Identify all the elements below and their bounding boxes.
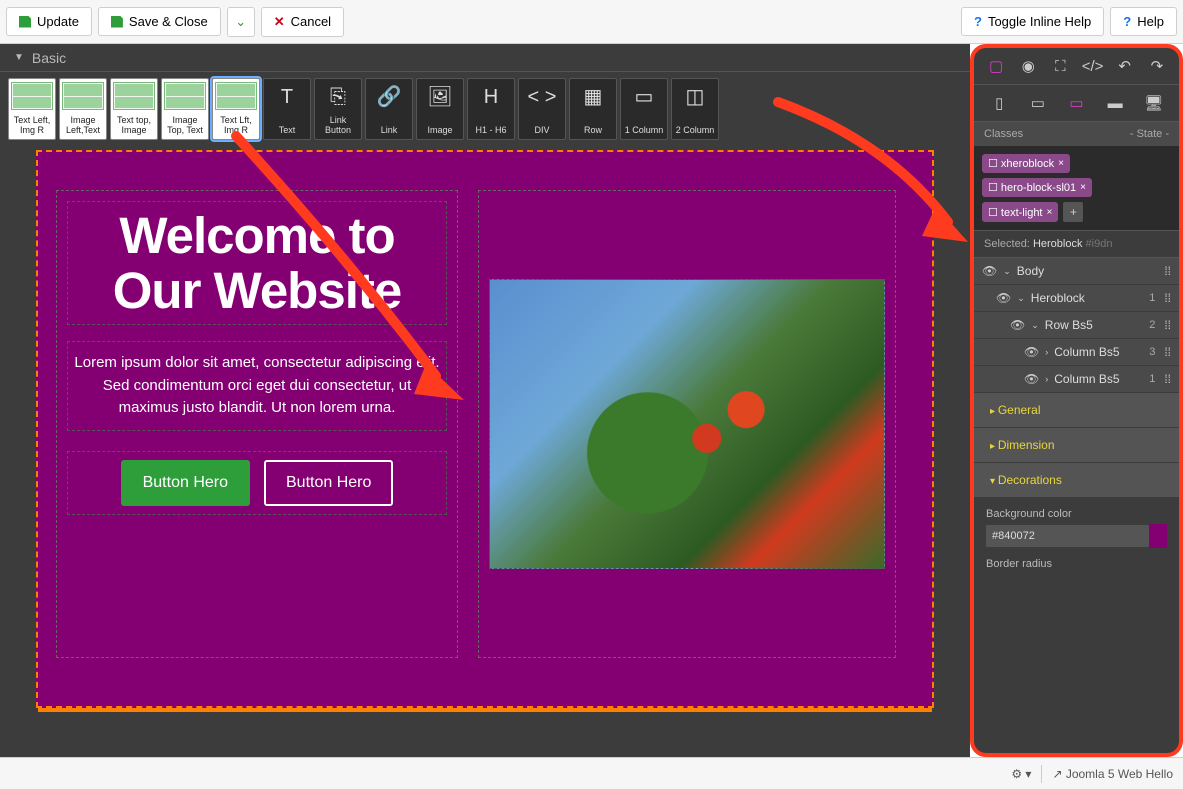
block-link-button[interactable]: ⎘Link Button — [314, 78, 362, 140]
hero-title[interactable]: Welcome to Our Website — [67, 201, 447, 325]
bgcolor-input[interactable] — [986, 525, 1149, 547]
code-icon[interactable]: </> — [1083, 56, 1103, 76]
tree-row-column-bs5[interactable]: 👁›Column Bs51⁞⁞ — [974, 366, 1179, 393]
save-dropdown-button[interactable]: ⌄ — [227, 7, 255, 37]
tree-row-column-bs5[interactable]: 👁›Column Bs53⁞⁞ — [974, 339, 1179, 366]
class-tag-xheroblock[interactable]: ☐ xheroblock × — [982, 154, 1070, 173]
visibility-icon[interactable]: 👁 — [1010, 318, 1025, 332]
selected-line: Selected: Heroblock #i9dn — [974, 230, 1179, 258]
tree-row-row-bs5[interactable]: 👁⌄Row Bs52⁞⁞ — [974, 312, 1179, 339]
toggle-inline-help-button[interactable]: ?Toggle Inline Help — [961, 7, 1104, 36]
class-tag-text-light[interactable]: ☐ text-light × — [982, 202, 1058, 222]
cancel-icon: ✕ — [274, 14, 285, 30]
visibility-icon[interactable]: 👁 — [1024, 345, 1039, 359]
tablet-portrait-icon[interactable]: ▭ — [1028, 93, 1048, 113]
move-icon[interactable]: ⁞⁞ — [1164, 345, 1171, 359]
redo-icon[interactable]: ↷ — [1147, 56, 1167, 76]
move-icon[interactable]: ⁞⁞ — [1164, 318, 1171, 332]
tree-row-body[interactable]: 👁⌄Body⁞⁞ — [974, 258, 1179, 285]
save-close-button[interactable]: Save & Close — [98, 7, 221, 36]
open-site-link[interactable]: ↗ Joomla 5 Web Hello — [1052, 767, 1173, 781]
hero-text[interactable]: Lorem ipsum dolor sit amet, consectetur … — [67, 341, 447, 431]
accordion-dimension[interactable]: Dimension — [974, 428, 1179, 463]
block-row[interactable]: ▦Row — [569, 78, 617, 140]
block-text-top-image[interactable]: Text top, Image — [110, 78, 158, 140]
laptop-icon[interactable]: ▬ — [1105, 93, 1125, 113]
bottom-bar: ⚙ ▾ ↗ Joomla 5 Web Hello — [0, 757, 1183, 789]
top-toolbar: Update Save & Close ⌄ ✕Cancel ?Toggle In… — [0, 0, 1183, 44]
blocks-panel-header[interactable]: Basic — [0, 44, 970, 72]
accordion-general[interactable]: General — [974, 393, 1179, 428]
help-icon: ? — [974, 14, 982, 29]
block-image-top-text[interactable]: Image Top, Text — [161, 78, 209, 140]
styles-tab-icon[interactable]: ▢ — [986, 56, 1006, 76]
update-button[interactable]: Update — [6, 7, 92, 36]
state-dropdown[interactable]: - State - — [1130, 128, 1169, 140]
block-text-left-img-r[interactable]: Text Left, Img R — [8, 78, 56, 140]
accordion-decorations[interactable]: Decorations — [974, 463, 1179, 498]
style-panel: ▢ ◉ ⛶ </> ↶ ↷ ▯ ▭ ▭ ▬ 🖥 Classes - State … — [970, 44, 1183, 757]
move-icon[interactable]: ⁞⁞ — [1164, 291, 1171, 305]
visibility-icon[interactable]: 👁 — [982, 264, 997, 278]
add-class-button[interactable]: + — [1063, 202, 1083, 222]
block-text[interactable]: TText — [263, 78, 311, 140]
blocks-row: Text Left, Img RImage Left,TextText top,… — [0, 72, 970, 146]
save-icon — [19, 16, 31, 28]
hero-buttons-row[interactable]: Button Hero Button Hero — [67, 451, 447, 515]
classes-header: Classes - State - — [974, 122, 1179, 146]
block-h1-h6[interactable]: HH1 - H6 — [467, 78, 515, 140]
bgcolor-swatch[interactable] — [1149, 524, 1167, 548]
block-image-left-text[interactable]: Image Left,Text — [59, 78, 107, 140]
hero-column-right[interactable] — [478, 190, 896, 658]
hero-block[interactable]: Welcome to Our Website Lorem ipsum dolor… — [36, 150, 934, 708]
decorations-body: Background color Border radius — [974, 498, 1179, 584]
class-tag-hero-block-sl01[interactable]: ☐ hero-block-sl01 × — [982, 178, 1092, 197]
save-icon — [111, 16, 123, 28]
block-1-column[interactable]: ▭1 Column — [620, 78, 668, 140]
bgcolor-label: Background color — [986, 508, 1167, 520]
classes-box: ☐ xheroblock × ☐ hero-block-sl01 × ☐ text-… — [974, 146, 1179, 230]
preview-icon[interactable]: ◉ — [1018, 56, 1038, 76]
block-link[interactable]: 🔗Link — [365, 78, 413, 140]
move-icon[interactable]: ⁞⁞ — [1164, 372, 1171, 386]
canvas[interactable]: Welcome to Our Website Lorem ipsum dolor… — [0, 146, 970, 757]
block-div[interactable]: < >DIV — [518, 78, 566, 140]
undo-icon[interactable]: ↶ — [1115, 56, 1135, 76]
block-text-lft-img-r[interactable]: Text Lft, Img R — [212, 78, 260, 140]
selection-outline — [38, 708, 932, 712]
tablet-landscape-icon[interactable]: ▭ — [1066, 93, 1086, 113]
editor-main: Basic Text Left, Img RImage Left,TextTex… — [0, 44, 970, 757]
layer-tree: 👁⌄Body⁞⁞👁⌄Heroblock1⁞⁞👁⌄Row Bs52⁞⁞👁›Colu… — [974, 258, 1179, 393]
panel-mode-row: ▢ ◉ ⛶ </> ↶ ↷ — [974, 48, 1179, 85]
hero-button-outline[interactable]: Button Hero — [264, 460, 393, 506]
desktop-icon[interactable]: 🖥 — [1144, 93, 1164, 113]
block-image[interactable]: 🖼Image — [416, 78, 464, 140]
remove-class-icon[interactable]: × — [1080, 182, 1086, 193]
remove-class-icon[interactable]: × — [1058, 158, 1064, 169]
hero-column-left[interactable]: Welcome to Our Website Lorem ipsum dolor… — [56, 190, 458, 658]
device-row: ▯ ▭ ▭ ▬ 🖥 — [974, 85, 1179, 122]
help-icon: ? — [1123, 14, 1131, 29]
fullscreen-icon[interactable]: ⛶ — [1050, 56, 1070, 76]
visibility-icon[interactable]: 👁 — [996, 291, 1011, 305]
block-2-column[interactable]: ◫2 Column — [671, 78, 719, 140]
remove-class-icon[interactable]: × — [1047, 207, 1053, 218]
move-icon[interactable]: ⁞⁞ — [1164, 264, 1171, 278]
visibility-icon[interactable]: 👁 — [1024, 372, 1039, 386]
help-button[interactable]: ?Help — [1110, 7, 1177, 36]
mobile-icon[interactable]: ▯ — [989, 93, 1009, 113]
tree-row-heroblock[interactable]: 👁⌄Heroblock1⁞⁞ — [974, 285, 1179, 312]
gear-icon[interactable]: ⚙ ▾ — [1011, 767, 1031, 781]
border-radius-label: Border radius — [986, 558, 1167, 570]
cancel-button[interactable]: ✕Cancel — [261, 7, 344, 37]
hero-button-primary[interactable]: Button Hero — [121, 460, 250, 506]
hero-image[interactable] — [489, 279, 885, 569]
